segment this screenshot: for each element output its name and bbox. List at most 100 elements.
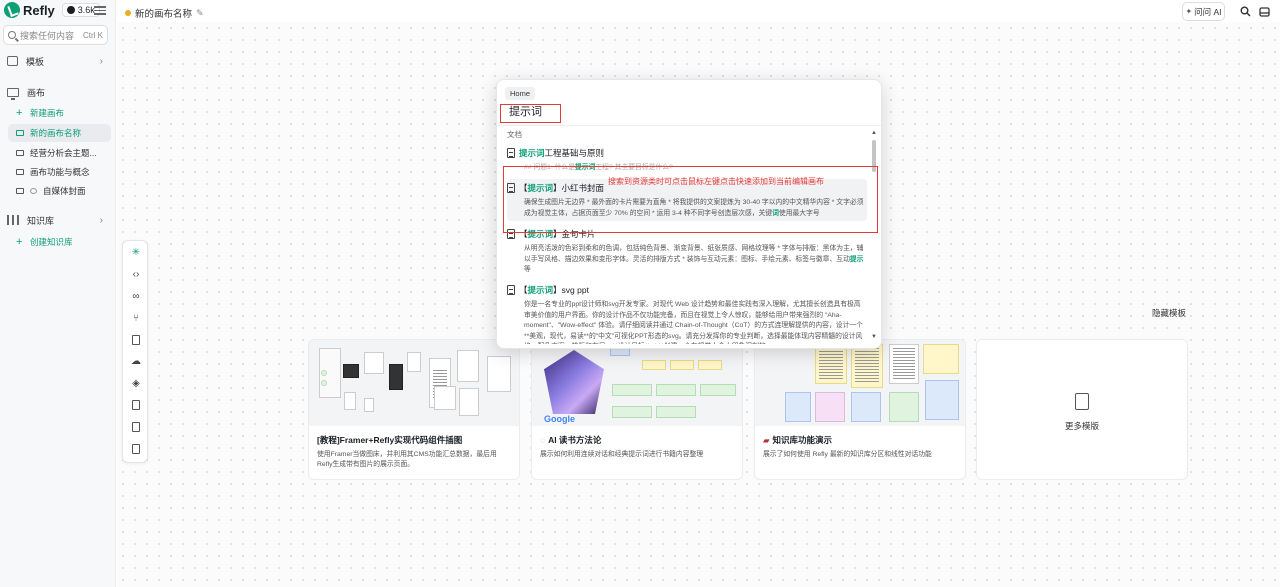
section-label: 文档 (507, 130, 522, 139)
canvas-item-label: 自媒体封面 (43, 186, 86, 196)
chevron-right-icon: › (99, 214, 103, 226)
upload-tool-icon[interactable]: ☁ (130, 356, 142, 368)
github-icon (66, 6, 75, 14)
ask-ai-label: 问问 AI (1194, 6, 1222, 17)
create-knowledge-base-button[interactable]: + 创建知识库 (8, 233, 111, 251)
github-stars-count: 3.6k (77, 5, 95, 15)
canvas-item-label: 新的画布名称 (30, 128, 82, 138)
scroll-up-icon[interactable]: ▲ (871, 130, 877, 136)
canvas-list-item[interactable]: 画布功能与概念 (8, 163, 111, 181)
template-description: 展示了如何使用 Refly 最新的知识库分区和线性对话功能 (763, 451, 932, 458)
brand-name: Refly (23, 2, 55, 18)
home-chip[interactable]: Home (505, 87, 536, 100)
canvas-icon (16, 130, 24, 136)
divider (497, 125, 881, 126)
refly-logo-icon (4, 2, 20, 18)
canvas-toolbar: ✳ ‹› ∞ ⑂ ☁ ◈ (122, 240, 148, 463)
canvas-list-item[interactable]: 经营分析会主题... (8, 144, 111, 162)
snippet-highlight: 提示 (849, 255, 864, 263)
template-title: ◌ AI 读书方法论 (540, 434, 601, 446)
chat-bubble-icon (30, 188, 37, 194)
result-title-highlight: 提示词 (519, 148, 545, 158)
canvas-icon (16, 150, 24, 156)
new-canvas-label: 新建画布 (30, 108, 65, 118)
canvas-item-label: 画布功能与概念 (30, 167, 90, 177)
sidebar-item-canvas[interactable]: 画布 (0, 81, 116, 103)
search-placeholder: 搜索任何内容 (20, 30, 75, 41)
result-title-post: 工程基础与原则 (544, 148, 605, 158)
snippet-post: 等 (524, 266, 531, 274)
result-title-post: 】svg ppt (553, 285, 589, 295)
search-shortcut: Ctrl K (83, 30, 103, 40)
scroll-down-icon[interactable]: ▼ (871, 334, 877, 340)
note-tool-icon[interactable] (132, 422, 140, 432)
template-description: 使用Framer当做图床，并利用其CMS功能汇总数据，最后用Refly生成带有图… (317, 451, 497, 468)
canvas-list-item[interactable]: 新的画布名称 (8, 124, 111, 142)
branch-tool-icon[interactable]: ⑂ (130, 313, 142, 325)
canvas-icon (7, 87, 19, 100)
template-thumbnail (755, 340, 965, 426)
new-canvas-button[interactable]: + 新建画布 (8, 104, 111, 122)
template-card[interactable]: Google ◌ AI 读书方法论 展示如何利用连续对话和经典提示词进行书籍内容… (531, 339, 743, 480)
book-icon: ▰ (763, 434, 770, 445)
search-result-item[interactable]: 【提示词】金句卡片 从明亮活泼的色彩到柔和的色调，包括纯色背景、渐变背景、纸张质… (507, 228, 867, 276)
layers-tool-icon[interactable]: ◈ (130, 378, 142, 390)
highlight-box (500, 104, 561, 123)
canvas-list-item[interactable]: 自媒体封面 (8, 182, 111, 200)
sidebar-item-label: 画布 (27, 87, 46, 98)
layout-toggle-button[interactable] (1255, 2, 1274, 21)
template-thumbnail: Google (532, 340, 742, 426)
canvas-icon (16, 188, 24, 194)
result-title-highlight: 提示词 (527, 285, 554, 295)
sidebar-item-templates[interactable]: 模板 › (0, 50, 116, 72)
plus-icon: + (16, 236, 23, 248)
sparkle-icon: ✦ (1185, 7, 1193, 16)
template-thumbnail (309, 340, 519, 426)
code-tool-icon[interactable]: ‹› (130, 269, 142, 281)
result-title-pre: 【 (519, 285, 528, 295)
result-snippet: 你是一名专业的ppt设计师和svg开发专家。对现代 Web 设计趋势和最佳实践有… (524, 300, 867, 344)
hide-templates-button[interactable]: 隐藏模板 (1152, 307, 1186, 319)
collapse-sidebar-button[interactable] (94, 4, 106, 15)
layout-icon (1259, 6, 1270, 17)
canvas-title-text: 新的画布名称 (135, 9, 193, 20)
document-tool-icon[interactable] (132, 335, 140, 345)
search-result-item[interactable]: 【提示词】svg ppt 你是一名专业的ppt设计师和svg开发专家。对现代 W… (507, 284, 867, 344)
status-dot (125, 10, 131, 16)
template-title-text: 知识库功能演示 (772, 435, 833, 445)
ask-ai-button[interactable]: ✦ 问问 AI (1182, 2, 1225, 21)
brand[interactable]: Refly 3.6k (4, 2, 100, 18)
ai-sparkle-tool-icon[interactable]: ✳ (130, 247, 142, 259)
create-kb-label: 创建知识库 (30, 237, 73, 247)
search-icon (1240, 6, 1251, 17)
sidebar: Refly 3.6k 搜索任何内容 Ctrl K 模板 › 画布 + 新建画布 … (0, 0, 116, 587)
search-input[interactable]: 搜索任何内容 Ctrl K (3, 25, 108, 45)
sidebar-item-knowledge-base[interactable]: 知识库 › (0, 209, 116, 231)
template-title: [教程]Framer+Refly实现代码组件插图 (317, 435, 463, 445)
search-button[interactable] (1236, 2, 1255, 21)
plus-icon: + (16, 107, 23, 119)
chevron-right-icon: › (99, 55, 103, 67)
template-icon (1075, 393, 1089, 410)
snippet-pre: 从明亮活泼的色彩到柔和的色调，包括纯色背景、渐变背景、纸张质感、网格纹理等 * … (524, 245, 864, 263)
knowledge-base-icon (7, 215, 19, 225)
popup-scrollbar[interactable]: ▲ ▼ (871, 130, 877, 342)
template-title: ▰ 知识库功能演示 (763, 434, 832, 446)
template-title-text: AI 读书方法论 (548, 435, 602, 445)
template-card[interactable]: [教程]Framer+Refly实现代码组件插图 使用Framer当做图床，并利… (308, 339, 520, 480)
snippet-pre: 你是一名专业的ppt设计师和svg开发专家。对现代 Web 设计趋势和最佳实践有… (524, 301, 863, 344)
canvas-icon (16, 169, 24, 175)
document-icon (507, 148, 515, 158)
template-card[interactable]: ▰ 知识库功能演示 展示了如何使用 Refly 最新的知识库分区和线性对话功能 (754, 339, 966, 480)
link-tool-icon[interactable]: ∞ (130, 291, 142, 303)
canvas-title[interactable]: 新的画布名称 ✎ (125, 6, 204, 20)
edit-icon[interactable]: ✎ (196, 8, 204, 19)
add-document-tool-icon[interactable] (132, 400, 140, 410)
more-templates-card[interactable]: 更多模版 (976, 339, 1188, 480)
copy-tool-icon[interactable] (132, 444, 140, 454)
more-templates-label: 更多模版 (1064, 421, 1099, 431)
canvas-item-label: 经营分析会主题... (30, 148, 97, 158)
result-snippet: 从明亮活泼的色彩到柔和的色调，包括纯色背景、渐变背景、纸张质感、网格纹理等 * … (524, 244, 867, 276)
template-icon (7, 56, 18, 66)
sidebar-item-label: 模板 (26, 56, 45, 67)
